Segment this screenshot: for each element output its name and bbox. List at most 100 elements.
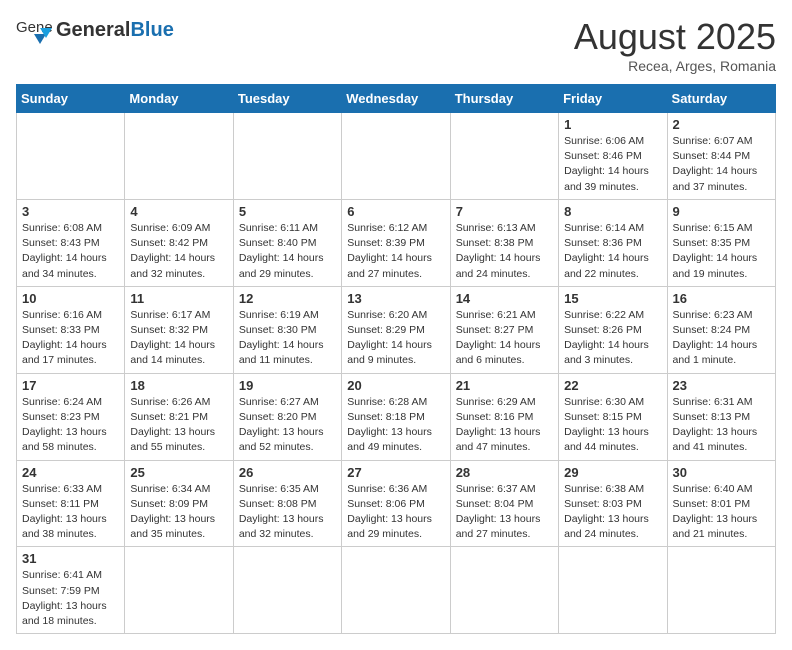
weekday-header: Thursday (450, 85, 558, 113)
calendar-week-row: 3 Sunrise: 6:08 AM Sunset: 8:43 PM Daylig… (17, 199, 776, 286)
calendar-cell (17, 113, 125, 200)
day-number: 26 (239, 465, 336, 480)
day-number: 8 (564, 204, 661, 219)
day-number: 30 (673, 465, 770, 480)
day-info: Sunrise: 6:22 AM Sunset: 8:26 PM Dayligh… (564, 308, 661, 369)
calendar-cell (342, 113, 450, 200)
day-number: 7 (456, 204, 553, 219)
day-number: 27 (347, 465, 444, 480)
calendar-cell (450, 113, 558, 200)
day-info: Sunrise: 6:15 AM Sunset: 8:35 PM Dayligh… (673, 221, 770, 282)
calendar-cell: 16Sunrise: 6:23 AM Sunset: 8:24 PM Dayli… (667, 286, 775, 373)
day-number: 25 (130, 465, 227, 480)
day-info: Sunrise: 6:19 AM Sunset: 8:30 PM Dayligh… (239, 308, 336, 369)
calendar-cell: 1 Sunrise: 6:06 AM Sunset: 8:46 PM Daylig… (559, 113, 667, 200)
day-number: 16 (673, 291, 770, 306)
calendar-cell (125, 113, 233, 200)
day-info: Sunrise: 6:41 AM Sunset: 7:59 PM Dayligh… (22, 568, 119, 629)
day-info: Sunrise: 6:24 AM Sunset: 8:23 PM Dayligh… (22, 395, 119, 456)
location-subtitle: Recea, Arges, Romania (574, 58, 776, 74)
calendar-cell (125, 547, 233, 634)
calendar-cell: 26 Sunrise: 6:35 AM Sunset: 8:08 PM Dayli… (233, 460, 341, 547)
day-number: 29 (564, 465, 661, 480)
day-info: Sunrise: 6:14 AM Sunset: 8:36 PM Dayligh… (564, 221, 661, 282)
calendar-cell (233, 547, 341, 634)
calendar-cell (233, 113, 341, 200)
day-info: Sunrise: 6:34 AM Sunset: 8:09 PM Dayligh… (130, 482, 227, 543)
day-info: Sunrise: 6:07 AM Sunset: 8:44 PM Dayligh… (673, 134, 770, 195)
day-number: 12 (239, 291, 336, 306)
calendar-cell: 30 Sunrise: 6:40 AM Sunset: 8:01 PM Dayli… (667, 460, 775, 547)
header: General GeneralBlue August 2025 Recea, A… (16, 16, 776, 74)
calendar-week-row: 17Sunrise: 6:24 AM Sunset: 8:23 PM Dayli… (17, 373, 776, 460)
day-number: 22 (564, 378, 661, 393)
day-number: 4 (130, 204, 227, 219)
calendar-week-row: 31 Sunrise: 6:41 AM Sunset: 7:59 PM Dayli… (17, 547, 776, 634)
calendar-cell (559, 547, 667, 634)
calendar-week-row: 1 Sunrise: 6:06 AM Sunset: 8:46 PM Daylig… (17, 113, 776, 200)
day-info: Sunrise: 6:35 AM Sunset: 8:08 PM Dayligh… (239, 482, 336, 543)
day-number: 3 (22, 204, 119, 219)
day-number: 2 (673, 117, 770, 132)
day-info: Sunrise: 6:21 AM Sunset: 8:27 PM Dayligh… (456, 308, 553, 369)
weekday-header: Monday (125, 85, 233, 113)
day-number: 1 (564, 117, 661, 132)
weekday-header: Wednesday (342, 85, 450, 113)
day-number: 10 (22, 291, 119, 306)
weekday-header: Sunday (17, 85, 125, 113)
day-info: Sunrise: 6:27 AM Sunset: 8:20 PM Dayligh… (239, 395, 336, 456)
logo: General GeneralBlue (16, 16, 174, 44)
calendar-cell: 12 Sunrise: 6:19 AM Sunset: 8:30 PM Dayli… (233, 286, 341, 373)
calendar-cell: 10 Sunrise: 6:16 AM Sunset: 8:33 PM Dayli… (17, 286, 125, 373)
logo-general: General (56, 19, 130, 41)
calendar-cell: 8 Sunrise: 6:14 AM Sunset: 8:36 PM Daylig… (559, 199, 667, 286)
day-info: Sunrise: 6:31 AM Sunset: 8:13 PM Dayligh… (673, 395, 770, 456)
calendar-cell: 9 Sunrise: 6:15 AM Sunset: 8:35 PM Daylig… (667, 199, 775, 286)
calendar-cell: 2 Sunrise: 6:07 AM Sunset: 8:44 PM Daylig… (667, 113, 775, 200)
calendar-cell (342, 547, 450, 634)
calendar-cell: 28Sunrise: 6:37 AM Sunset: 8:04 PM Dayli… (450, 460, 558, 547)
calendar-cell: 3 Sunrise: 6:08 AM Sunset: 8:43 PM Daylig… (17, 199, 125, 286)
day-number: 14 (456, 291, 553, 306)
calendar-cell: 17Sunrise: 6:24 AM Sunset: 8:23 PM Dayli… (17, 373, 125, 460)
day-info: Sunrise: 6:28 AM Sunset: 8:18 PM Dayligh… (347, 395, 444, 456)
day-number: 5 (239, 204, 336, 219)
day-info: Sunrise: 6:20 AM Sunset: 8:29 PM Dayligh… (347, 308, 444, 369)
weekday-header: Saturday (667, 85, 775, 113)
calendar-week-row: 24Sunrise: 6:33 AM Sunset: 8:11 PM Dayli… (17, 460, 776, 547)
day-number: 9 (673, 204, 770, 219)
calendar-cell: 6Sunrise: 6:12 AM Sunset: 8:39 PM Daylig… (342, 199, 450, 286)
day-info: Sunrise: 6:08 AM Sunset: 8:43 PM Dayligh… (22, 221, 119, 282)
day-info: Sunrise: 6:11 AM Sunset: 8:40 PM Dayligh… (239, 221, 336, 282)
calendar-cell: 14 Sunrise: 6:21 AM Sunset: 8:27 PM Dayli… (450, 286, 558, 373)
calendar-cell (667, 547, 775, 634)
day-number: 15 (564, 291, 661, 306)
day-info: Sunrise: 6:40 AM Sunset: 8:01 PM Dayligh… (673, 482, 770, 543)
day-number: 6 (347, 204, 444, 219)
day-number: 19 (239, 378, 336, 393)
day-number: 20 (347, 378, 444, 393)
day-info: Sunrise: 6:36 AM Sunset: 8:06 PM Dayligh… (347, 482, 444, 543)
calendar-table: SundayMondayTuesdayWednesdayThursdayFrid… (16, 84, 776, 634)
calendar-cell: 18Sunrise: 6:26 AM Sunset: 8:21 PM Dayli… (125, 373, 233, 460)
logo-icon: General (16, 16, 52, 44)
calendar-cell: 22 Sunrise: 6:30 AM Sunset: 8:15 PM Dayli… (559, 373, 667, 460)
day-info: Sunrise: 6:37 AM Sunset: 8:04 PM Dayligh… (456, 482, 553, 543)
day-info: Sunrise: 6:06 AM Sunset: 8:46 PM Dayligh… (564, 134, 661, 195)
calendar-cell: 20 Sunrise: 6:28 AM Sunset: 8:18 PM Dayli… (342, 373, 450, 460)
logo-blue: Blue (130, 19, 173, 41)
day-info: Sunrise: 6:38 AM Sunset: 8:03 PM Dayligh… (564, 482, 661, 543)
title-area: August 2025 Recea, Arges, Romania (574, 16, 776, 74)
day-info: Sunrise: 6:33 AM Sunset: 8:11 PM Dayligh… (22, 482, 119, 543)
calendar-cell: 24Sunrise: 6:33 AM Sunset: 8:11 PM Dayli… (17, 460, 125, 547)
calendar-cell: 7 Sunrise: 6:13 AM Sunset: 8:38 PM Daylig… (450, 199, 558, 286)
day-info: Sunrise: 6:26 AM Sunset: 8:21 PM Dayligh… (130, 395, 227, 456)
calendar-cell (450, 547, 558, 634)
day-info: Sunrise: 6:13 AM Sunset: 8:38 PM Dayligh… (456, 221, 553, 282)
day-number: 31 (22, 551, 119, 566)
day-info: Sunrise: 6:30 AM Sunset: 8:15 PM Dayligh… (564, 395, 661, 456)
calendar-cell: 31 Sunrise: 6:41 AM Sunset: 7:59 PM Dayli… (17, 547, 125, 634)
calendar-cell: 13Sunrise: 6:20 AM Sunset: 8:29 PM Dayli… (342, 286, 450, 373)
day-info: Sunrise: 6:16 AM Sunset: 8:33 PM Dayligh… (22, 308, 119, 369)
month-title: August 2025 (574, 16, 776, 58)
